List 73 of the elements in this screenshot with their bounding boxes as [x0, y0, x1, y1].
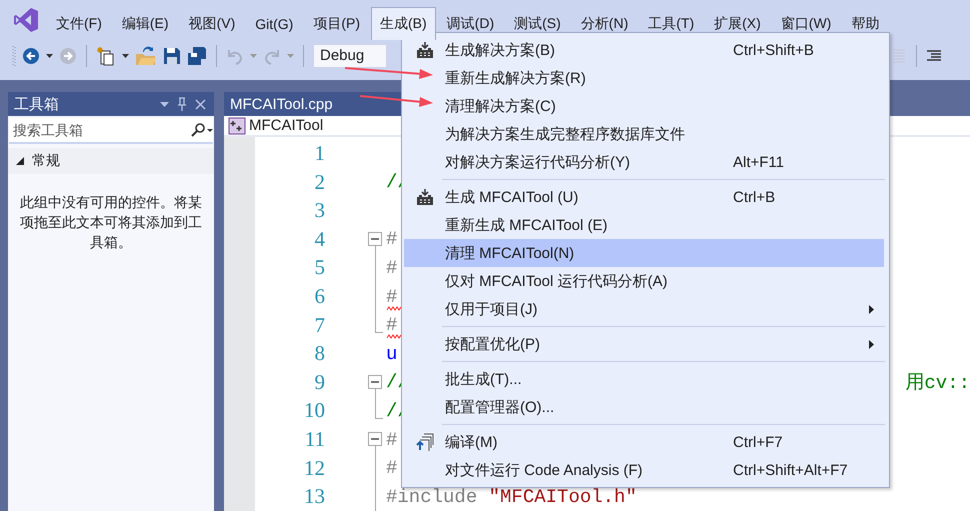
code-text: u	[386, 342, 398, 365]
code-text: #	[386, 228, 398, 250]
compile-icon	[416, 433, 434, 451]
line-number: 8	[314, 341, 325, 366]
back-icon[interactable]	[22, 47, 40, 65]
shortcut-text: Ctrl+F7	[733, 434, 784, 450]
group-header[interactable]: 常规	[8, 148, 214, 174]
menu-item[interactable]: 对文件运行 Code Analysis (F) Ctrl+Shift+Alt+F7	[404, 456, 884, 484]
line-number: 10	[303, 398, 325, 424]
menu-item[interactable]: 生成 MFCAITool (U) Ctrl+B	[404, 183, 884, 211]
save-all-icon[interactable]	[187, 46, 207, 66]
menu-item[interactable]: 文件(F)	[47, 7, 111, 40]
line-number: 3	[314, 198, 325, 224]
line-number: 13	[303, 484, 325, 510]
build-icon	[416, 189, 434, 205]
line-number: 4	[314, 226, 325, 252]
new-project-icon[interactable]	[96, 46, 116, 66]
pin-icon[interactable]	[177, 97, 187, 111]
code-text: #	[386, 256, 398, 279]
dropdown-icon[interactable]	[122, 54, 129, 58]
logo-icon	[13, 7, 39, 33]
shortcut-text: Ctrl+Shift+Alt+F7	[733, 462, 849, 478]
line-number: 12	[303, 456, 325, 481]
menu-item[interactable]: 项目(P)	[304, 7, 370, 40]
menu-item[interactable]: Git(G)	[246, 7, 302, 40]
dropdown-icon[interactable]	[46, 54, 53, 58]
shortcut-text: Alt+F11	[733, 154, 785, 170]
menu-item[interactable]: 清理 MFCAITool(N)	[404, 239, 884, 267]
code-text: 用cv::	[905, 371, 970, 396]
shortcut-text: Ctrl+B	[733, 188, 776, 206]
collapse-icon[interactable]	[368, 432, 382, 446]
code-text: #	[386, 314, 398, 336]
expanded-icon	[16, 157, 24, 165]
close-icon[interactable]	[195, 98, 206, 110]
line-number: 7	[314, 312, 325, 338]
menu-item[interactable]: 视图(V)	[180, 7, 244, 40]
empty-message: 此组中没有可用的控件。将某项拖至此文本可将其添加到工具箱。	[19, 193, 203, 252]
menu-item[interactable]: 重新生成 MFCAITool (E)	[404, 211, 884, 239]
menu-item[interactable]: 按配置优化(P)	[404, 330, 884, 358]
code-text: #	[386, 428, 398, 451]
line-number: 9	[314, 370, 325, 395]
scope-label: MFCAITool	[249, 117, 324, 134]
menu-item[interactable]: 编译(M) Ctrl+F7	[404, 428, 884, 456]
class-icon	[228, 116, 246, 135]
line-number: 2	[314, 170, 325, 195]
search-icon[interactable]	[191, 118, 213, 142]
menu-item[interactable]: 配置管理器(O)...	[404, 393, 884, 421]
collapse-icon[interactable]	[368, 375, 382, 390]
code-text: #	[386, 457, 398, 480]
line-number: 6	[314, 284, 325, 310]
panel-title: 工具箱	[14, 94, 60, 114]
shortcut-text: Ctrl+Shift+B	[733, 42, 815, 58]
open-folder-icon[interactable]	[135, 46, 157, 66]
menu-item[interactable]: 重新生成解决方案(R)	[404, 64, 884, 92]
menu-item[interactable]: 为解决方案生成完整程序数据库文件	[404, 120, 884, 148]
dropdown-icon[interactable]	[160, 102, 169, 106]
grip-icon	[12, 45, 16, 67]
menu-item[interactable]: 仅用于项目(J)	[404, 295, 884, 323]
menu-item[interactable]: 编辑(E)	[112, 7, 178, 40]
save-icon[interactable]	[163, 47, 181, 65]
menu-item[interactable]: 对解决方案运行代码分析(Y) Alt+F11	[404, 148, 884, 176]
build-icon	[416, 42, 434, 58]
code-text: #	[386, 286, 398, 308]
menu-item[interactable]: 批生成(T)...	[404, 365, 884, 393]
code-text: #include "MFCAITool.h"	[386, 486, 637, 508]
line-number: 5	[314, 255, 325, 280]
menu-item[interactable]: 生成(B)	[371, 7, 436, 40]
line-number: 1	[314, 141, 325, 166]
configuration-dropdown[interactable]: Debug	[313, 44, 387, 68]
search-field[interactable]: 搜索工具箱	[9, 118, 191, 142]
collapse-icon[interactable]	[368, 232, 382, 246]
menu-item[interactable]: 仅对 MFCAITool 运行代码分析(A)	[404, 267, 884, 295]
line-number: 11	[304, 427, 325, 452]
